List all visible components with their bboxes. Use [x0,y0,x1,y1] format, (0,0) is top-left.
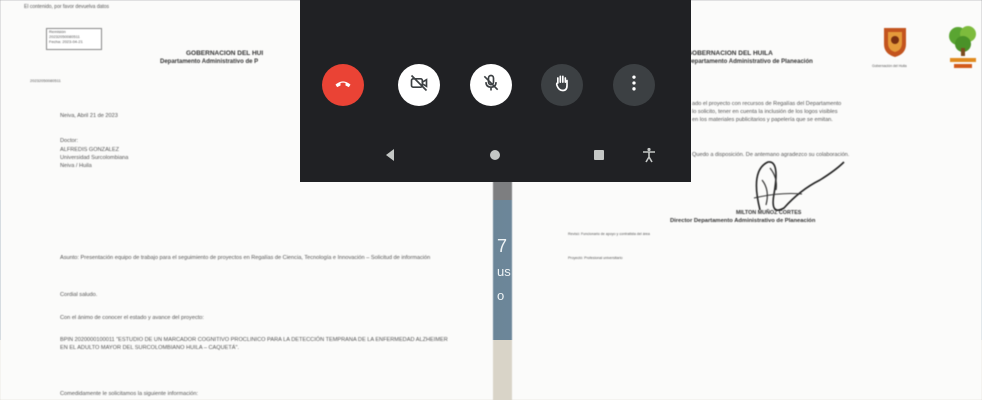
accessibility-icon [641,147,657,168]
greeting: Cordial saludo. [60,292,98,298]
accessibility-button[interactable] [639,147,659,167]
stamp-line: Fecha: 2023-04-21 [49,39,83,44]
recipient-title: Doctor: [60,138,79,144]
signer-name: MILTON MUÑOZ CORTES [736,210,802,216]
logo-caption: Gobernación del Huila [872,64,907,68]
filing-stamp: Remisión 20232050080511 Fecha: 2023-04-2… [46,28,102,50]
intro: Con el ánimo de conocer el estado y avan… [60,315,204,321]
subject: Asunto: Presentación equipo de trabajo p… [60,255,431,261]
home-button[interactable] [485,147,505,167]
recipient-city: Neiva / Huila [60,163,92,169]
body-line: en los materiales publicitarios y papele… [692,117,833,123]
reviewer-footnote: Revisó: Funcionario de apoyo y contratis… [568,232,650,236]
body-line: lo solicito, tener en cuenta la inclusió… [692,109,838,115]
raise-hand-button[interactable] [541,64,583,106]
letterhead-subtitle: Departamento Administrativo de Planeació… [687,59,813,65]
letterhead-title: GOBERNACION DEL HUI [186,50,264,57]
recipient-org: Universidad Surcolombiana [60,155,129,161]
mic-off-icon [481,73,501,98]
mic-toggle-button[interactable] [470,64,512,106]
end-call-button[interactable] [322,64,364,106]
body-line: ado el proyecto con recursos de Regalías… [692,101,842,107]
more-options-button[interactable] [613,64,655,106]
back-icon [383,148,397,167]
project-title: BPIN 2020000100011 "ESTUDIO DE UN MARCAD… [60,337,448,351]
call-controls-panel [300,0,691,182]
hand-icon [552,73,572,98]
background-slide-text: 7 [497,236,508,256]
letterhead-title: GOBERNACION DEL HUILA [687,50,773,57]
recipient-name: ALFREDIS GONZALEZ [60,147,120,153]
recents-button[interactable] [589,147,609,167]
background-slide-text: us [497,264,511,279]
letterhead-subtitle: Departamento Administrativo de P [160,59,259,65]
projected-footnote: Proyectó: Profesional universitario [568,256,623,260]
tree-logo [946,24,980,72]
reference-number: 20232050080511 [30,78,61,83]
camera-toggle-button[interactable] [398,64,440,106]
recents-icon [592,148,606,167]
camera-off-icon [409,73,429,98]
coat-of-arms-logo [882,26,908,58]
back-button[interactable] [380,147,400,167]
more-vert-icon [624,73,644,98]
closing-line: Comedidamente le solicitamos la siguient… [60,391,199,397]
top-note: El contenido, por favor devuelva datos [24,4,110,10]
date-line: Neiva, Abril 21 de 2023 [60,113,118,119]
background-slide-text: o [497,288,505,303]
phone-hangup-icon [333,73,353,98]
signer-title: Director Departamento Administrativo de … [670,218,816,224]
home-icon [488,148,502,167]
